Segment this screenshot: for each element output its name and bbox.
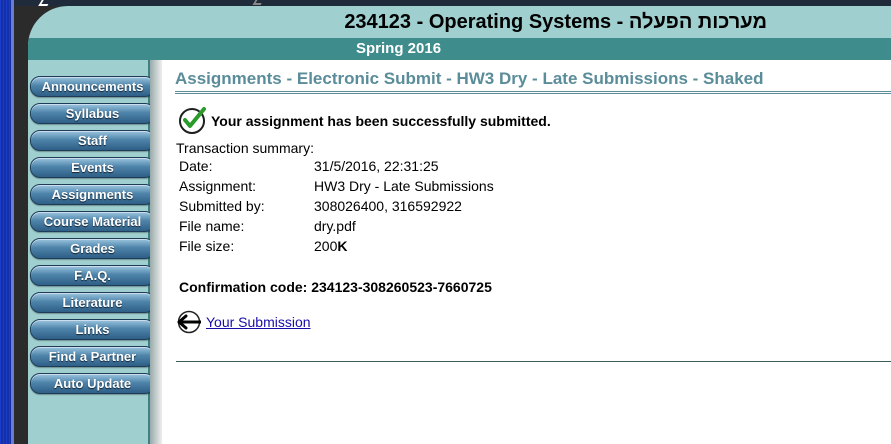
success-message: Your assignment has been successfully su…: [211, 113, 551, 129]
summary-key: Assignment:: [179, 178, 257, 194]
summary-value: dry.pdf: [314, 218, 356, 234]
summary-key: File name:: [179, 218, 245, 234]
summary-row-submitted-by: Submitted by: 308026400, 316592922: [179, 198, 579, 218]
transaction-summary: Date: 31/5/2016, 22:31:25 Assignment: HW…: [179, 158, 579, 258]
sidebar: Announcements Syllabus Staff Events Assi…: [28, 60, 155, 444]
announcements-button[interactable]: Announcements: [30, 76, 155, 97]
course-header: 234123 - Operating Systems - מערכות הפעל…: [28, 6, 891, 60]
sidebar-item-links: Links: [28, 318, 164, 345]
your-submission-link[interactable]: Your Submission: [206, 314, 311, 330]
sidebar-item-faq: F.A.Q.: [28, 264, 164, 291]
sidebar-item-literature: Literature: [28, 291, 164, 318]
sidebar-item-course-material: Course Material: [28, 210, 164, 237]
summary-row-file-size: File size: 200K: [179, 238, 579, 258]
sidebar-nav: Announcements Syllabus Staff Events Assi…: [28, 75, 164, 399]
grades-button[interactable]: Grades: [30, 238, 155, 259]
sidebar-item-assignments: Assignments: [28, 183, 164, 210]
course-title: 234123 - Operating Systems - מערכות הפעל…: [344, 11, 767, 33]
top-mark: [252, 0, 264, 5]
summary-row-assignment: Assignment: HW3 Dry - Late Submissions: [179, 178, 579, 198]
sidebar-item-events: Events: [28, 156, 164, 183]
top-mark: [38, 0, 51, 6]
back-arrow-icon[interactable]: [176, 310, 204, 334]
summary-key: Date:: [179, 158, 213, 174]
staff-button[interactable]: Staff: [30, 130, 155, 151]
window-left-frame: [0, 0, 14, 444]
bottom-divider: [176, 361, 891, 362]
summary-value: 31/5/2016, 22:31:25: [314, 158, 439, 174]
confirmation-code: Confirmation code: 234123-308260523-7660…: [179, 279, 492, 295]
sidebar-item-auto-update: Auto Update: [28, 372, 164, 399]
sidebar-item-announcements: Announcements: [28, 75, 164, 102]
summary-row-file-name: File name: dry.pdf: [179, 218, 579, 238]
events-button[interactable]: Events: [30, 157, 155, 178]
confirmation-label: Confirmation code:: [179, 279, 308, 295]
summary-value: 200K: [314, 238, 347, 254]
check-circle-icon: [179, 107, 206, 134]
main-content: Assignments - Electronic Submit - HW3 Dr…: [162, 60, 891, 444]
transaction-summary-label: Transaction summary:: [176, 140, 314, 156]
sidebar-shadow: [150, 60, 162, 444]
find-a-partner-button[interactable]: Find a Partner: [30, 346, 155, 367]
semester-label: Spring 2016: [356, 40, 442, 57]
faq-button[interactable]: F.A.Q.: [30, 265, 155, 286]
assignments-button[interactable]: Assignments: [30, 184, 155, 205]
page-title: Assignments - Electronic Submit - HW3 Dr…: [175, 69, 764, 88]
summary-value: HW3 Dry - Late Submissions: [314, 178, 494, 194]
course-material-button[interactable]: Course Material: [30, 211, 155, 232]
file-size-number: 200: [314, 238, 338, 254]
summary-key: Submitted by:: [179, 198, 265, 214]
summary-row-date: Date: 31/5/2016, 22:31:25: [179, 158, 579, 178]
heading-divider: [175, 91, 891, 94]
auto-update-button[interactable]: Auto Update: [30, 373, 155, 394]
links-button[interactable]: Links: [30, 319, 155, 340]
file-size-unit: K: [337, 238, 348, 254]
sidebar-item-find-a-partner: Find a Partner: [28, 345, 164, 372]
sidebar-item-grades: Grades: [28, 237, 164, 264]
sidebar-item-staff: Staff: [28, 129, 164, 156]
sidebar-item-syllabus: Syllabus: [28, 102, 164, 129]
syllabus-button[interactable]: Syllabus: [30, 103, 155, 124]
confirmation-value: 234123-308260523-7660725: [311, 279, 492, 295]
summary-value: 308026400, 316592922: [314, 198, 462, 214]
your-submission-link-row: Your Submission: [176, 310, 311, 334]
literature-button[interactable]: Literature: [30, 292, 155, 313]
summary-key: File size:: [179, 238, 235, 254]
semester-bar: Spring 2016: [28, 38, 891, 60]
